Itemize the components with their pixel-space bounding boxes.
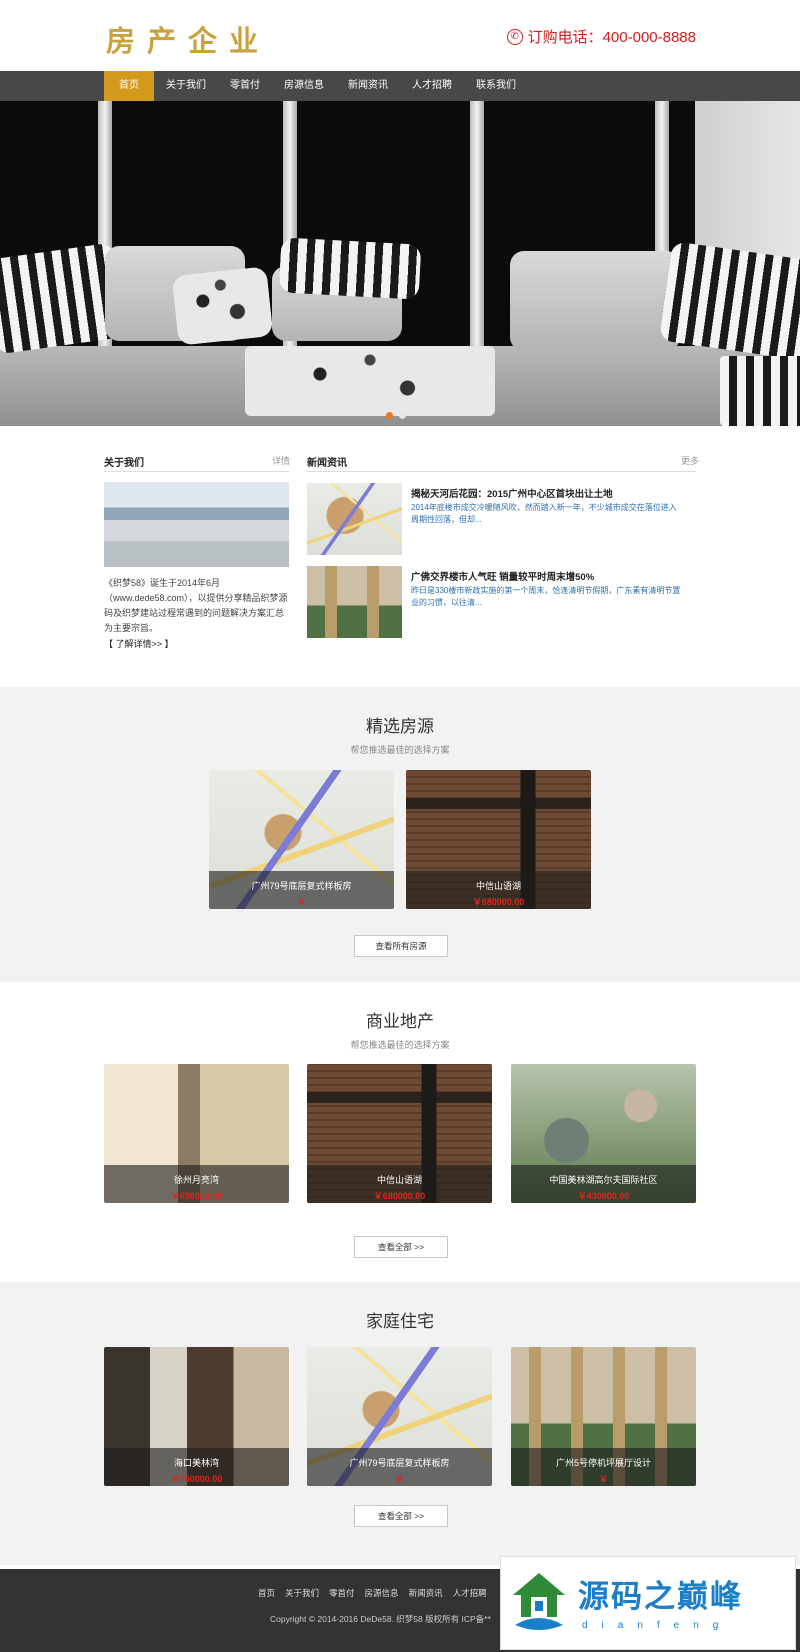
footer-link-about[interactable]: 关于我们 <box>280 1587 324 1599</box>
property-name[interactable]: 广州79号底层复式样板房 <box>209 879 394 892</box>
news-item-title[interactable]: 广佛交界楼市人气旺 销量较平时周末增50% <box>411 569 594 583</box>
commercial-subtitle: 帮您推选最佳的选择方案 <box>350 1040 450 1050</box>
card-caption: 中国美林湖高尔夫国际社区 ￥430000.00 <box>511 1165 696 1203</box>
nav-item-contact[interactable]: 联系我们 <box>464 71 528 101</box>
sofa-seat <box>720 356 800 426</box>
card-caption: 广州5号停机坪展厅设计 ￥ <box>511 1448 696 1486</box>
property-card[interactable]: 广州5号停机坪展厅设计 ￥ <box>511 1347 696 1486</box>
commercial-title: 商业地产 <box>366 1012 434 1031</box>
card-caption: 中信山语湖 ￥680000.00 <box>307 1165 492 1203</box>
watermark-subtitle: dianfeng <box>582 1620 733 1631</box>
property-card[interactable]: 海口美林湾 ￥750000.00 <box>104 1347 289 1486</box>
property-price: ￥650000.00 <box>170 1191 223 1201</box>
about-title: 关于我们 <box>104 458 144 469</box>
property-card[interactable]: 中信山语湖 ￥680000.00 <box>406 770 591 909</box>
property-card[interactable]: 广州79号底层复式样板房 ￥ <box>307 1347 492 1486</box>
card-caption: 中信山语湖 ￥680000.00 <box>406 871 591 909</box>
footer-link-jobs[interactable]: 人才招聘 <box>448 1587 492 1599</box>
residential-title: 家庭住宅 <box>366 1312 434 1331</box>
hero-banner[interactable] <box>0 101 800 426</box>
order-phone: ✆ 订购电话：400-000-8888 <box>506 26 696 47</box>
watermark-title: 源码之巅峰 <box>578 1579 743 1614</box>
property-price: ￥750000.00 <box>170 1474 223 1484</box>
divider <box>104 471 289 472</box>
property-price: ￥680000.00 <box>373 1191 426 1201</box>
phone-icon: ✆ <box>506 28 523 45</box>
news-more-link[interactable]: 更多 <box>681 454 699 467</box>
property-price: ￥ <box>296 897 306 907</box>
news-item-title[interactable]: 揭秘天河后花园：2015广州中心区首块出让土地 <box>411 486 613 500</box>
about-text: 《织梦58》诞生于2014年6月（www.dede58.com），以提供分享精品… <box>104 576 289 652</box>
property-name[interactable]: 海口美林湾 <box>104 1456 289 1469</box>
property-name[interactable]: 中信山语湖 <box>307 1173 492 1186</box>
slider-dot[interactable] <box>386 412 393 419</box>
watermark-badge: 源码之巅峰 dianfeng <box>500 1556 796 1650</box>
footer-link-news[interactable]: 新闻资讯 <box>404 1587 448 1599</box>
divider <box>307 471 696 472</box>
card-caption: 广州79号底层复式样板房 ￥ <box>209 871 394 909</box>
news-item-desc: 2014年底楼市成交冷暖随风吹，然而踏入新一年，不少城市成交在落位进入周期性回落… <box>411 503 677 524</box>
footer-link-home[interactable]: 首页 <box>253 1587 280 1599</box>
site-logo[interactable]: 房产企业 <box>106 18 270 60</box>
cushion <box>171 266 274 346</box>
nav-item-home[interactable]: 首页 <box>104 71 154 101</box>
property-card[interactable]: 中信山语湖 ￥680000.00 <box>307 1064 492 1203</box>
site-header: 房产企业 ✆ 订购电话：400-000-8888 <box>0 0 800 71</box>
featured-section: 精选房源 帮您推选最佳的选择方案 广州79号底层复式样板房 ￥ 中信山语湖 ￥6… <box>0 687 800 982</box>
slider-dots <box>386 412 406 419</box>
property-card[interactable]: 中国美林湖高尔夫国际社区 ￥430000.00 <box>511 1064 696 1203</box>
card-caption: 广州79号底层复式样板房 ￥ <box>307 1448 492 1486</box>
news-item[interactable]: 揭秘天河后花园：2015广州中心区首块出让土地 2014年底楼市成交冷暖随风吹，… <box>307 483 696 555</box>
footer-link-listings[interactable]: 房源信息 <box>360 1587 404 1599</box>
slider-dot[interactable] <box>399 412 406 419</box>
property-price: ￥430000.00 <box>577 1191 630 1201</box>
card-caption: 徐州月亮湾 ￥650000.00 <box>104 1165 289 1203</box>
featured-subtitle: 帮您推选最佳的选择方案 <box>350 745 450 755</box>
house-logo-icon <box>513 1573 565 1630</box>
news-title: 新闻资讯 <box>307 458 347 469</box>
property-name[interactable]: 广州79号底层复式样板房 <box>307 1456 492 1469</box>
property-name[interactable]: 中国美林湖高尔夫国际社区 <box>511 1173 696 1186</box>
about-image <box>104 482 289 567</box>
sofa-seat <box>245 346 495 416</box>
footer-link-zero-down[interactable]: 零首付 <box>324 1587 360 1599</box>
window-frame <box>470 101 484 351</box>
about-description: 《织梦58》诞生于2014年6月（www.dede58.com），以提供分享精品… <box>104 578 288 633</box>
view-all-commercial-button[interactable]: 查看全部 >> <box>354 1236 448 1258</box>
copyright-text: Copyright © 2014-2016 DeDe58. 织梦58 版权所有 … <box>270 1614 491 1624</box>
news-item[interactable]: 广佛交界楼市人气旺 销量较平时周末增50% 昨日是330楼市新政实施的第一个周末… <box>307 566 696 638</box>
news-image[interactable] <box>307 566 402 638</box>
news-image[interactable] <box>307 483 402 555</box>
property-card[interactable]: 广州79号底层复式样板房 ￥ <box>209 770 394 909</box>
order-phone-text: 订购电话：400-000-8888 <box>527 29 696 46</box>
property-price: ￥ <box>598 1474 608 1484</box>
property-name[interactable]: 徐州月亮湾 <box>104 1173 289 1186</box>
card-caption: 海口美林湾 ￥750000.00 <box>104 1448 289 1486</box>
about-news-section: 关于我们 详情 《织梦58》诞生于2014年6月（www.dede58.com）… <box>0 426 800 687</box>
commercial-section: 商业地产 帮您推选最佳的选择方案 徐州月亮湾 ￥650000.00 中信山语湖 … <box>0 982 800 1282</box>
view-all-residential-button[interactable]: 查看全部 >> <box>354 1505 448 1527</box>
nav-item-jobs[interactable]: 人才招聘 <box>400 71 464 101</box>
featured-title: 精选房源 <box>366 717 434 736</box>
about-more-link[interactable]: 详情 <box>272 454 290 467</box>
property-name[interactable]: 中信山语湖 <box>406 879 591 892</box>
view-all-listings-button[interactable]: 查看所有房源 <box>354 935 448 957</box>
nav-item-zero-down[interactable]: 零首付 <box>218 71 272 101</box>
cushion <box>510 251 680 351</box>
residential-section: 家庭住宅 海口美林湾 ￥750000.00 广州79号底层复式样板房 ￥ 广州5… <box>0 1282 800 1565</box>
news-item-desc: 昨日是330楼市新政实施的第一个周末，恰逢清明节假期，广东素有清明节置业的习惯，… <box>411 586 681 607</box>
property-price: ￥ <box>394 1474 404 1484</box>
property-price: ￥680000.00 <box>472 897 525 907</box>
property-card[interactable]: 徐州月亮湾 ￥650000.00 <box>104 1064 289 1203</box>
main-nav: 首页 关于我们 零首付 房源信息 新闻资讯 人才招聘 联系我们 <box>0 71 800 101</box>
about-detail-link[interactable]: 【 了解详情>> 】 <box>104 637 289 652</box>
cushion <box>658 241 800 361</box>
nav-item-about[interactable]: 关于我们 <box>154 71 218 101</box>
nav-item-listings[interactable]: 房源信息 <box>272 71 336 101</box>
cushion <box>278 237 422 300</box>
nav-item-news[interactable]: 新闻资讯 <box>336 71 400 101</box>
property-name[interactable]: 广州5号停机坪展厅设计 <box>511 1456 696 1469</box>
